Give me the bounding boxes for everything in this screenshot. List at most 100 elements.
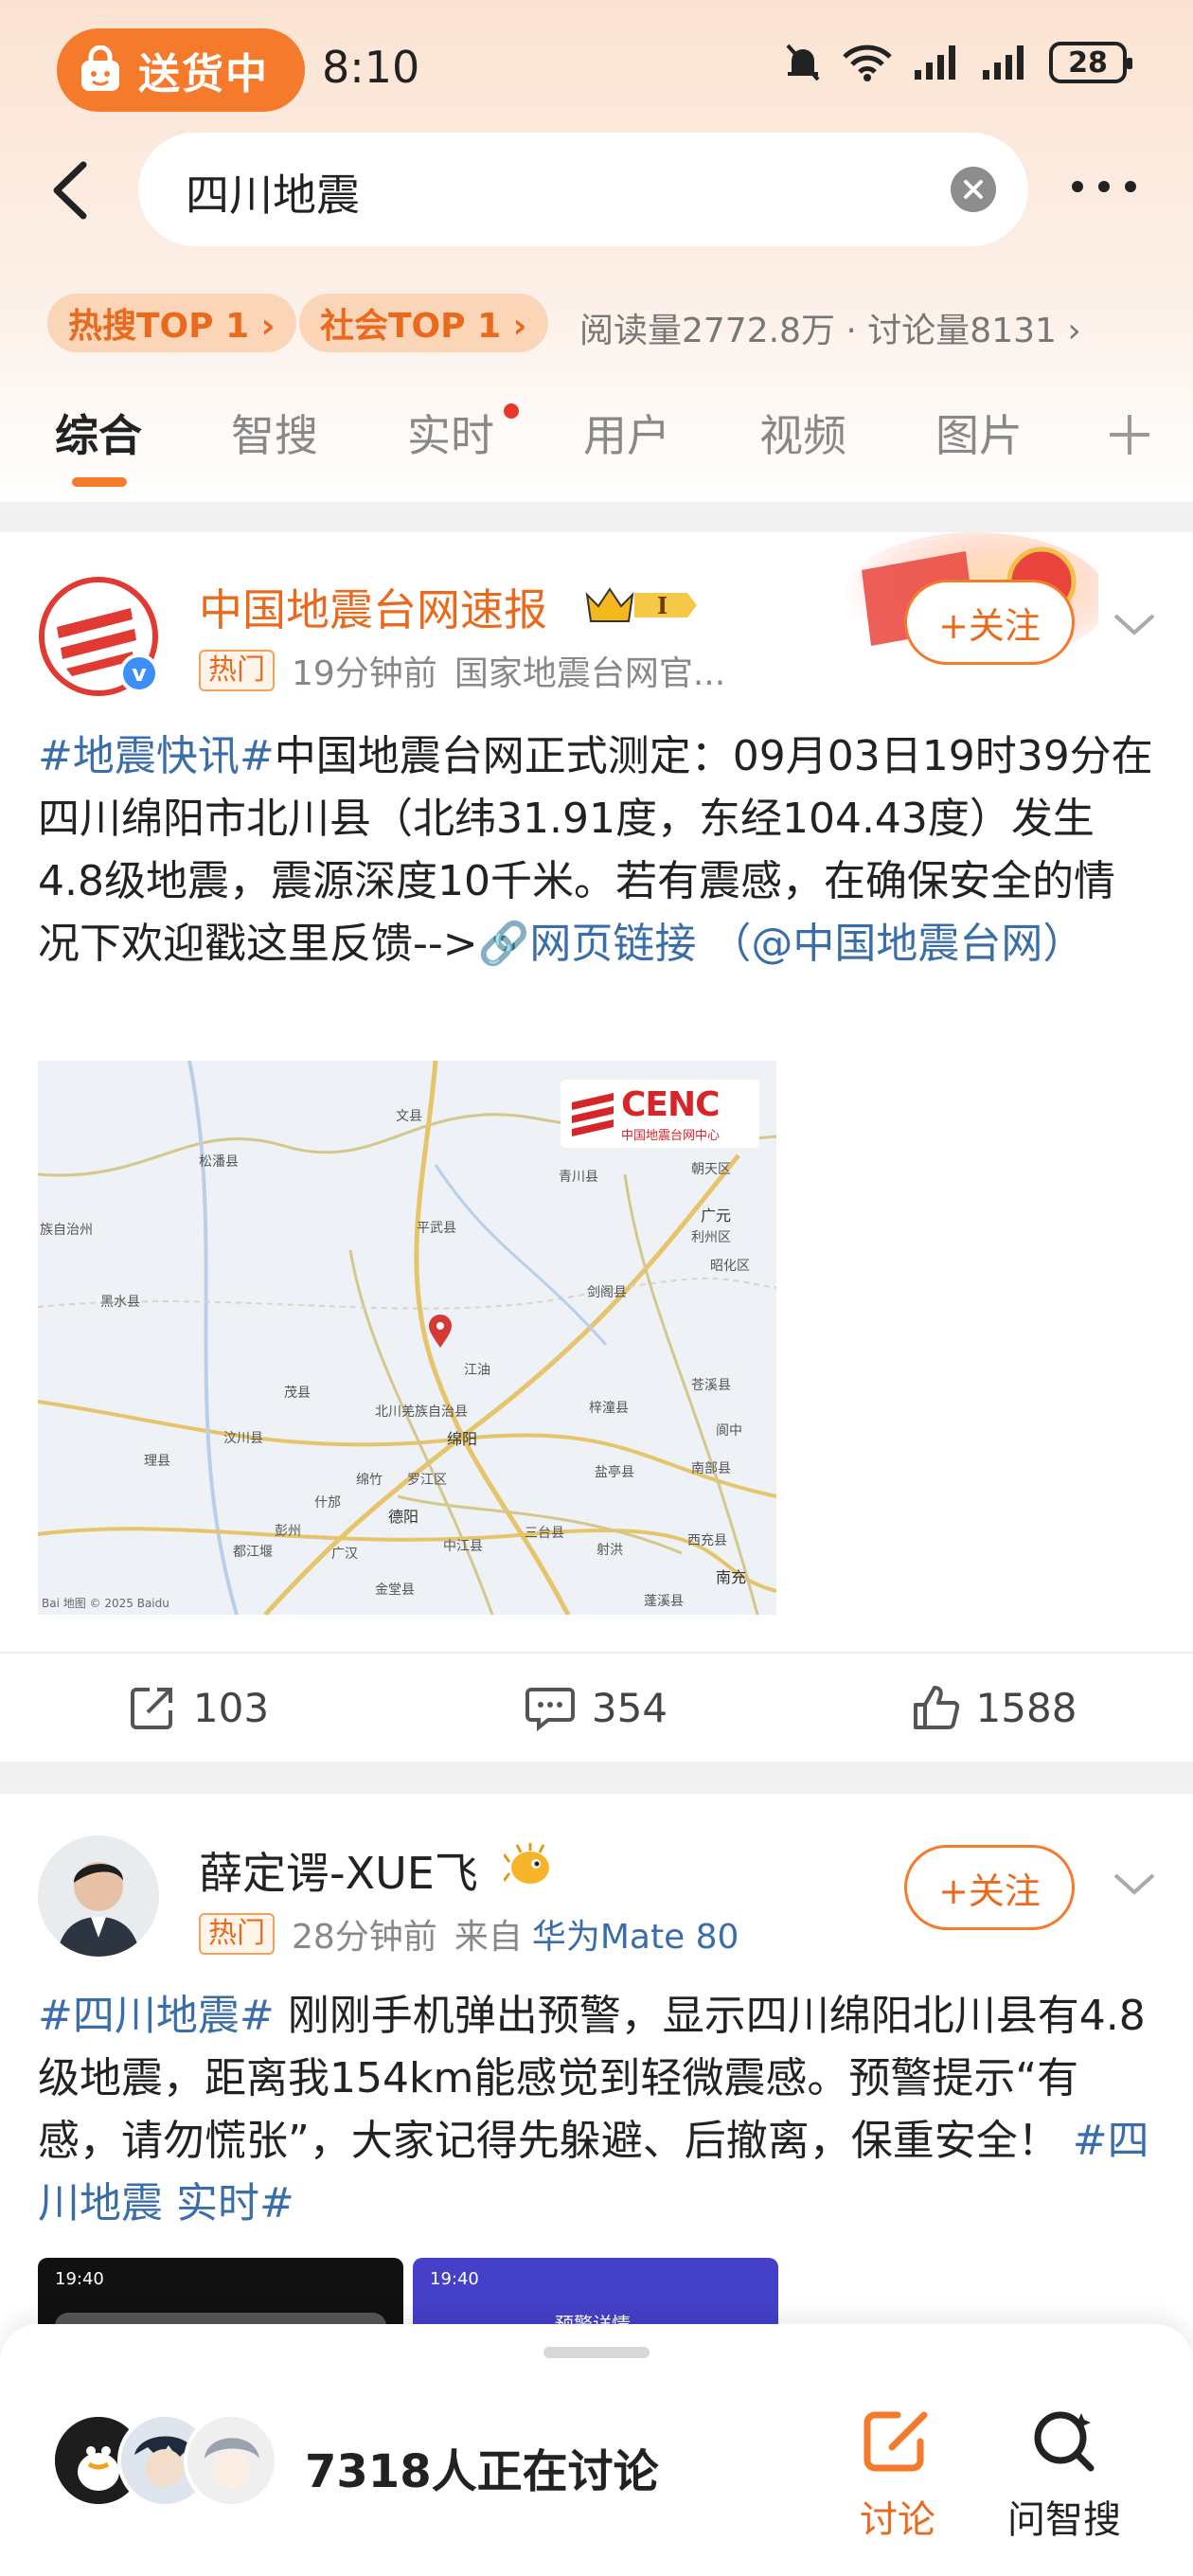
pill-label: 送货中: [138, 50, 269, 98]
more-icon[interactable]: [1068, 172, 1140, 201]
status-bar: 送货中 8:10 28: [0, 0, 1193, 133]
comment-count: 354: [591, 1684, 668, 1731]
hot-search-chip[interactable]: 热搜TOP 1 ›: [47, 294, 296, 352]
hot-badge: 热门: [199, 650, 275, 691]
map-label: 中江县: [443, 1539, 483, 1554]
map-label: 理县: [144, 1454, 170, 1469]
post-source: 国家地震台网官...: [454, 654, 726, 693]
signal-icon-2: [983, 45, 1024, 80]
map-label: 蓬溪县: [644, 1594, 684, 1609]
share-button[interactable]: 103: [0, 1684, 398, 1731]
username[interactable]: 薛定谔-XUE飞: [199, 1839, 478, 1902]
topic-tag[interactable]: #四川地震#: [38, 1992, 275, 2040]
mute-bell-icon: [786, 44, 820, 81]
map-label: 青川县: [559, 1170, 598, 1185]
hot-badge: 热门: [199, 1913, 275, 1955]
post-meta: 热门 19分钟前 国家地震台网官...: [199, 646, 725, 695]
thumb-time: 19:40: [55, 2269, 104, 2289]
new-dot: [504, 403, 519, 419]
map-label: 西充县: [687, 1533, 727, 1548]
chevron-down-icon[interactable]: [1112, 1869, 1157, 1898]
post-source-device[interactable]: 华为Mate 80: [532, 1909, 739, 1959]
post-meta: 热门 28分钟前 来自 华为Mate 80: [199, 1909, 739, 1959]
drag-handle[interactable]: [543, 2347, 650, 2358]
like-button[interactable]: 1588: [795, 1684, 1193, 1731]
back-arrow-icon[interactable]: [44, 157, 100, 224]
tab-overview[interactable]: 综合: [55, 402, 142, 464]
comment-icon: [525, 1688, 575, 1731]
map-label: 金堂县: [375, 1583, 415, 1598]
map-label: 德阳: [388, 1508, 419, 1526]
ask-smart-search-button[interactable]: 问智搜: [998, 2406, 1131, 2544]
discussion-bar: 7318人正在讨论 讨论 问智搜: [0, 2324, 1193, 2576]
active-tab-indicator: [72, 477, 127, 487]
tab-images[interactable]: 图片: [935, 402, 1023, 464]
share-count: 103: [192, 1684, 270, 1731]
tab-users[interactable]: 用户: [583, 402, 670, 464]
tab-realtime[interactable]: 实时: [407, 402, 494, 464]
clear-icon[interactable]: [951, 167, 996, 212]
map-label: 平武县: [417, 1221, 456, 1236]
battery-icon: 28: [1049, 42, 1132, 83]
svg-text:I: I: [657, 592, 668, 619]
edit-icon: [864, 2411, 928, 2472]
search-input[interactable]: 四川地震: [138, 133, 1028, 246]
map-credit: Bai 地图 © 2025 Baidu: [42, 1597, 169, 1610]
comment-button[interactable]: 354: [398, 1684, 795, 1731]
map-label: 三台县: [525, 1526, 564, 1541]
participant-avatars: [51, 2413, 278, 2508]
vip-crown-icon: I: [585, 587, 697, 622]
delivery-pill[interactable]: 送货中: [57, 28, 305, 112]
share-icon: [130, 1688, 172, 1729]
map-label: 江油: [464, 1363, 490, 1378]
mention-link[interactable]: （@中国地震台网）: [709, 920, 1084, 968]
clock: 8:10: [322, 42, 420, 93]
web-link[interactable]: 🔗网页链接: [478, 920, 697, 968]
map-label: 什邡: [314, 1495, 341, 1511]
map-label: 北川羌族自治县: [375, 1404, 468, 1420]
read-stats[interactable]: 阅读量2772.8万 · 讨论量8131 ›: [579, 303, 1081, 352]
wifi-icon: [843, 45, 892, 81]
map-label: 茂县: [284, 1386, 311, 1401]
discuss-button[interactable]: 讨论: [831, 2406, 964, 2544]
map-label: 南部县: [691, 1461, 731, 1476]
add-tab-icon[interactable]: [1106, 411, 1153, 458]
post-time: 28分钟前: [292, 1918, 437, 1957]
like-count: 1588: [975, 1684, 1077, 1731]
map-label: 利州区: [691, 1230, 731, 1245]
map-label: 梓潼县: [589, 1401, 629, 1416]
map-label: 松潘县: [199, 1154, 239, 1170]
avatar[interactable]: [38, 1835, 159, 1957]
map-label: 盐亭县: [595, 1465, 634, 1480]
tab-smart-search[interactable]: 智搜: [231, 402, 318, 464]
map-label: 汶川县: [223, 1431, 263, 1446]
map-label: 南充: [716, 1568, 747, 1586]
status-icons: 28: [784, 42, 1132, 83]
search-query: 四川地震: [186, 170, 360, 221]
discussion-count[interactable]: 7318人正在讨论: [305, 2434, 659, 2500]
smart-search-icon: [1034, 2411, 1095, 2472]
header-area: 送货中 8:10 28 四川地震 热搜TOP 1 › 社会TOP 1 › 阅读量…: [0, 0, 1193, 502]
post-card: v 中国地震台网速报 I 热门 19分钟前 国家地震台网官... +关注 #地震…: [0, 532, 1193, 1762]
cenc-logo: CENC 中国地震台网中心: [561, 1080, 759, 1148]
map-label: 苍溪县: [691, 1378, 731, 1393]
discuss-label: 讨论: [860, 2498, 935, 2542]
shopping-bag-icon: [81, 45, 119, 91]
social-rank-chip[interactable]: 社会TOP 1 ›: [299, 294, 548, 352]
username[interactable]: 中国地震台网速报: [199, 576, 547, 638]
epicenter-pin-icon: [429, 1315, 452, 1348]
follow-button[interactable]: +关注: [904, 580, 1075, 665]
chevron-down-icon[interactable]: [1112, 610, 1157, 638]
map-label: 绵竹: [356, 1473, 383, 1488]
search-row: 四川地震: [0, 133, 1193, 246]
tab-video[interactable]: 视频: [759, 402, 846, 464]
map-image[interactable]: CENC 中国地震台网中心 文县 松潘县 青川县 朝天区 广元 平武县 利州区 …: [38, 1061, 776, 1615]
follow-button[interactable]: +关注: [904, 1845, 1075, 1930]
ask-label: 问智搜: [1007, 2498, 1121, 2542]
map-label: 黑水县: [100, 1295, 140, 1310]
map-label: 昭化区: [710, 1259, 750, 1274]
map-label: 彭州: [275, 1524, 301, 1539]
topic-tag[interactable]: #地震快讯#: [38, 732, 275, 780]
map-label: 都江堰: [233, 1545, 273, 1560]
source-prefix: 来自: [454, 1918, 523, 1957]
